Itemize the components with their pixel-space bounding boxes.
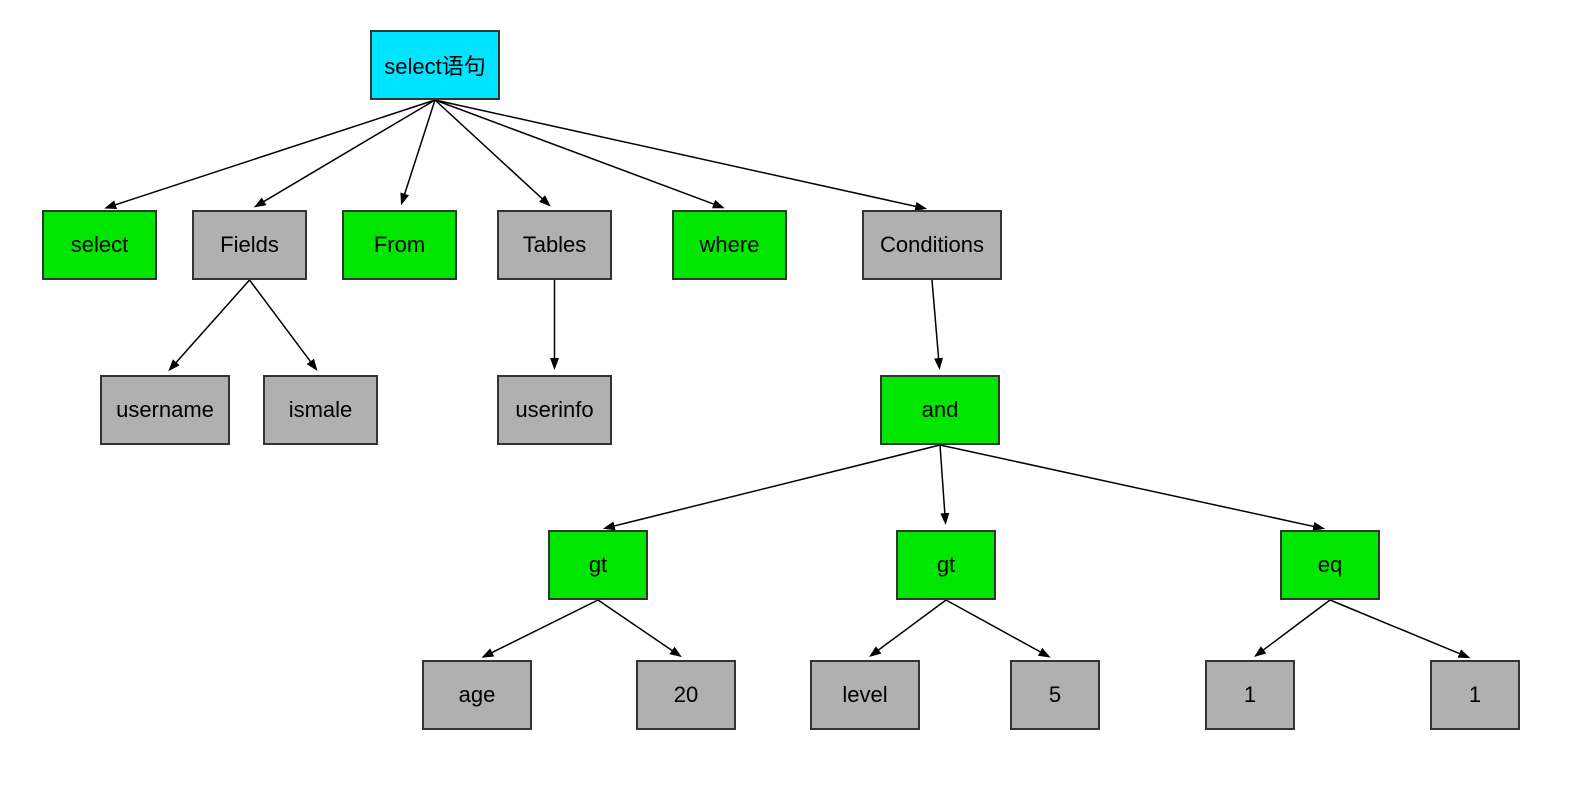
line-gt1-val20 bbox=[598, 600, 679, 655]
line-gt2-level bbox=[871, 600, 946, 655]
node-conditions: Conditions bbox=[862, 210, 1002, 280]
node-userinfo: userinfo bbox=[497, 375, 612, 445]
line-fields-username bbox=[170, 280, 249, 369]
line-root-where bbox=[435, 100, 722, 207]
line-gt1-age bbox=[484, 600, 598, 656]
node-age: age bbox=[422, 660, 532, 730]
connection-lines bbox=[0, 0, 1572, 800]
node-val1a: 1 bbox=[1205, 660, 1295, 730]
node-from: From bbox=[342, 210, 457, 280]
line-and-gt2 bbox=[940, 445, 945, 522]
node-level: level bbox=[810, 660, 920, 730]
tree-container: select语句 select Fields From Tables where Condi… bbox=[0, 0, 1572, 800]
node-gt1: gt bbox=[548, 530, 648, 600]
line-eq-val1a bbox=[1256, 600, 1330, 655]
node-tables: Tables bbox=[497, 210, 612, 280]
node-username: username bbox=[100, 375, 230, 445]
line-fields-ismale bbox=[250, 280, 316, 369]
node-select: select bbox=[42, 210, 157, 280]
line-root-fields bbox=[256, 100, 435, 206]
line-root-from bbox=[402, 100, 435, 202]
line-eq-val1b bbox=[1330, 600, 1468, 657]
node-val20: 20 bbox=[636, 660, 736, 730]
node-and: and bbox=[880, 375, 1000, 445]
line-and-eq bbox=[940, 445, 1322, 528]
line-gt2-val5 bbox=[946, 600, 1048, 656]
node-where: where bbox=[672, 210, 787, 280]
line-conditions-and bbox=[932, 280, 939, 367]
line-and-gt1 bbox=[606, 445, 940, 528]
node-val1b: 1 bbox=[1430, 660, 1520, 730]
node-ismale: ismale bbox=[263, 375, 378, 445]
line-root-select bbox=[107, 100, 435, 208]
node-root: select语句 bbox=[370, 30, 500, 100]
node-val5: 5 bbox=[1010, 660, 1100, 730]
line-root-tables bbox=[435, 100, 549, 205]
line-root-conditions bbox=[435, 100, 924, 208]
node-fields: Fields bbox=[192, 210, 307, 280]
node-gt2: gt bbox=[896, 530, 996, 600]
node-eq: eq bbox=[1280, 530, 1380, 600]
